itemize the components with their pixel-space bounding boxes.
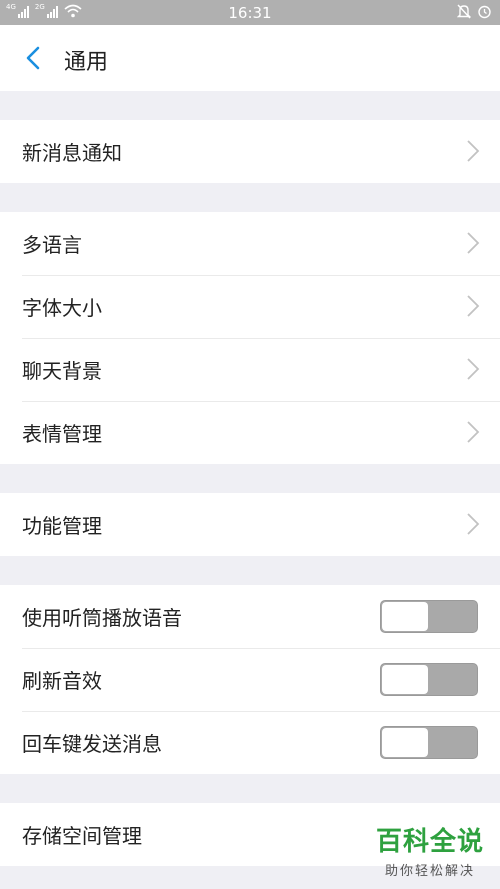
status-time: 16:31 — [228, 4, 272, 22]
chevron-right-icon — [467, 140, 480, 162]
settings-item-label: 存储空间管理 — [22, 824, 142, 848]
settings-group-toggles: 使用听筒播放语音 刷新音效 回车键发送消息 — [0, 585, 500, 774]
settings-item-language[interactable]: 多语言 — [0, 212, 500, 275]
bell-icon — [457, 4, 471, 19]
settings-item-label: 新消息通知 — [22, 141, 122, 165]
settings-item-new-message-notification[interactable]: 新消息通知 — [0, 120, 500, 183]
alarm-icon — [478, 5, 491, 19]
settings-item-feature-management[interactable]: 功能管理 — [0, 493, 500, 556]
enter-to-send-toggle[interactable] — [380, 726, 478, 759]
settings-item-label: 多语言 — [22, 233, 82, 257]
chevron-left-icon[interactable] — [22, 45, 48, 71]
chevron-right-icon — [467, 295, 480, 317]
settings-item-refresh-sound: 刷新音效 — [0, 648, 500, 711]
settings-item-enter-to-send: 回车键发送消息 — [0, 711, 500, 774]
toggle-knob — [382, 602, 428, 631]
settings-item-label: 表情管理 — [22, 422, 102, 446]
settings-item-label: 功能管理 — [22, 514, 102, 538]
settings-item-emoji-management[interactable]: 表情管理 — [0, 401, 500, 464]
toggle-knob — [382, 665, 428, 694]
status-right — [457, 4, 492, 19]
settings-item-label: 字体大小 — [22, 296, 102, 320]
settings-item-label: 回车键发送消息 — [22, 732, 162, 756]
status-bar: 4G 2G 16:31 — [0, 0, 500, 25]
settings-group-features: 功能管理 — [0, 493, 500, 556]
earpiece-voice-toggle[interactable] — [380, 600, 478, 633]
settings-item-label: 聊天背景 — [22, 359, 102, 383]
settings-item-earpiece-voice: 使用听筒播放语音 — [0, 585, 500, 648]
refresh-sound-toggle[interactable] — [380, 663, 478, 696]
watermark-main-text: 百科全说 — [375, 827, 484, 857]
settings-item-label: 刷新音效 — [22, 669, 102, 693]
settings-item-chat-background[interactable]: 聊天背景 — [0, 338, 500, 401]
settings-group-display: 多语言 字体大小 聊天背景 表情管理 — [0, 212, 500, 464]
settings-item-label: 使用听筒播放语音 — [22, 606, 182, 630]
chevron-right-icon — [467, 358, 480, 380]
page-title: 通用 — [64, 50, 109, 75]
watermark-sub-text: 助你轻松解决 — [384, 864, 475, 879]
toggle-knob — [382, 728, 428, 757]
chevron-right-icon — [467, 421, 480, 443]
settings-group-notifications: 新消息通知 — [0, 120, 500, 183]
header: 通用 — [0, 25, 500, 91]
settings-item-font-size[interactable]: 字体大小 — [0, 275, 500, 338]
watermark-logo: 百科全说 助你轻松解决 — [376, 821, 484, 879]
chevron-right-icon — [467, 232, 480, 254]
chevron-right-icon — [467, 513, 480, 535]
